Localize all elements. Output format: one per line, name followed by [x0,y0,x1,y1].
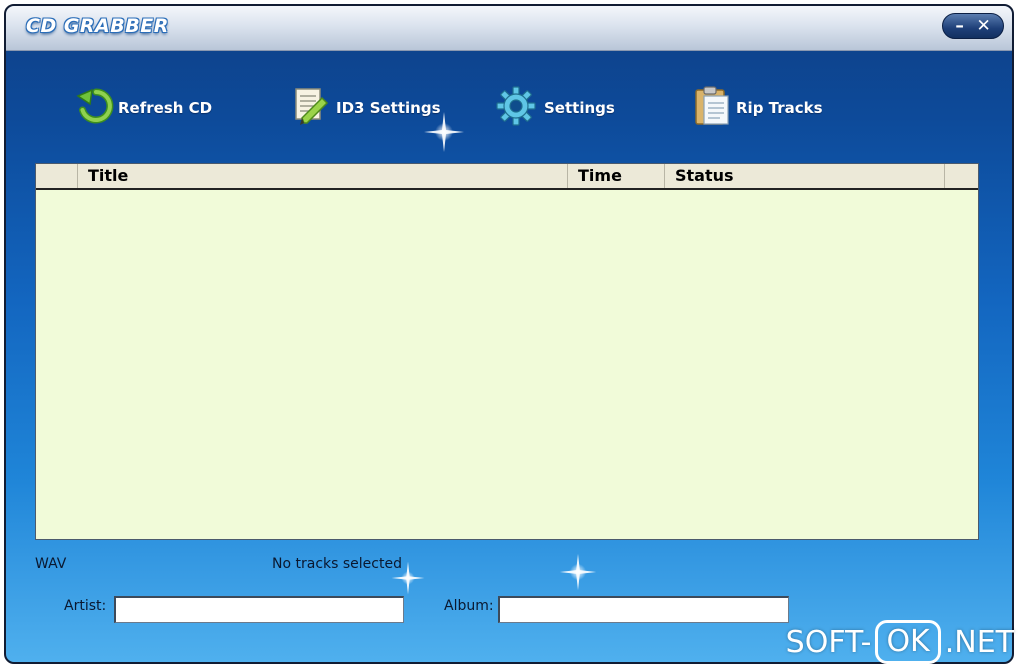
refresh-icon [76,86,116,130]
gear-icon [496,86,536,130]
minimize-button[interactable]: – [955,16,964,36]
artist-label: Artist: [64,598,107,614]
column-header-select[interactable] [36,164,78,188]
refresh-cd-button[interactable]: Refresh CD [76,86,212,130]
album-label: Album: [444,598,494,614]
close-button[interactable]: ✕ [976,16,990,36]
refresh-cd-label: Refresh CD [118,99,213,117]
sparkle-icon [559,553,597,591]
column-header-title[interactable]: Title [78,164,568,188]
track-list[interactable]: Title Time Status [35,163,979,540]
rip-tracks-button[interactable]: Rip Tracks [692,86,823,130]
window-controls: – ✕ [942,13,1004,39]
album-input[interactable] [498,596,789,623]
selection-status: No tracks selected [272,556,402,572]
column-header-time[interactable]: Time [568,164,665,188]
watermark-left: SOFT- [785,624,872,660]
format-label: WAV [35,556,67,572]
artist-input[interactable] [114,596,404,623]
edit-document-icon [292,85,334,131]
settings-label: Settings [544,99,615,117]
title-bar[interactable]: CD GRABBER – ✕ [6,6,1012,51]
column-header-status[interactable]: Status [665,164,945,188]
toolbar: Refresh CD ID3 Settings Settings Rip Tra… [6,86,1012,142]
cd-grabber-window: CD GRABBER – ✕ Refresh CD ID3 Settings S… [4,4,1014,664]
settings-button[interactable]: Settings [496,86,615,130]
clipboard-icon [692,84,734,132]
app-title: CD GRABBER [26,15,169,37]
watermark-ok: OK [875,620,941,664]
rip-tracks-label: Rip Tracks [736,99,823,117]
track-list-header: Title Time Status [36,164,978,190]
column-header-filler [945,164,978,188]
id3-settings-label: ID3 Settings [336,99,441,117]
id3-settings-button[interactable]: ID3 Settings [292,86,441,130]
watermark: SOFT- OK .NET [786,620,1014,664]
watermark-right: .NET [944,624,1014,660]
